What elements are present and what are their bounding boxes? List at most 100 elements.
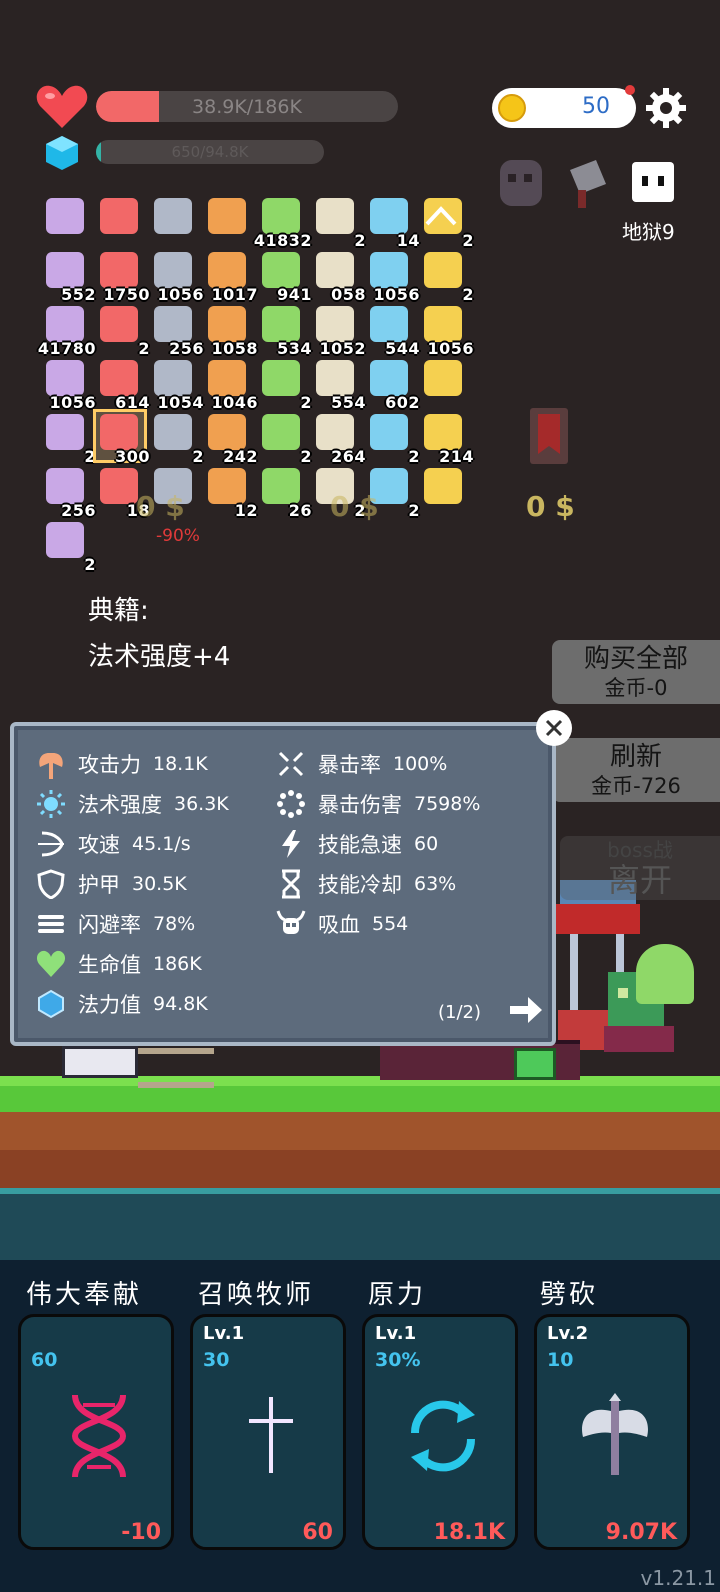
book-effect: 法术强度+4 <box>88 642 231 672</box>
inventory-item[interactable]: 1056 <box>420 304 474 358</box>
inventory-item[interactable]: 058 <box>312 250 366 304</box>
scroll-purple-icon <box>154 198 192 234</box>
shop-price-2: 0 $ <box>330 490 379 523</box>
inventory-item[interactable]: 544 <box>366 304 420 358</box>
item-count: 1017 <box>211 285 258 304</box>
item-count: 614 <box>115 393 150 412</box>
stat-value: 554 <box>372 913 409 935</box>
item-count: 12 <box>234 501 258 520</box>
item-count: 14 <box>396 231 420 250</box>
crystal-icon <box>424 468 462 504</box>
egg-icon <box>46 360 84 396</box>
inventory-item[interactable]: 2 <box>96 304 150 358</box>
stat-spell-power: 法术强度 36.3K <box>34 788 229 820</box>
inventory-item[interactable]: 256 <box>42 466 96 520</box>
refresh-button[interactable]: 刷新 金币-726 <box>552 738 720 802</box>
stat-value: 78% <box>153 913 196 935</box>
item-count: 941 <box>277 285 312 304</box>
skill-card-devotion[interactable]: 60 -10 <box>18 1314 174 1550</box>
inventory-item[interactable]: 256 <box>150 304 204 358</box>
item-count: 256 <box>61 501 96 520</box>
inventory-item[interactable] <box>420 358 468 406</box>
settings-gear-icon[interactable] <box>646 88 686 128</box>
item-count: 1056 <box>49 393 96 412</box>
item-count: 2 <box>84 555 96 574</box>
sundae-icon <box>100 306 138 342</box>
coin-counter[interactable]: 50 <box>492 88 636 128</box>
inventory-item[interactable]: 2 <box>150 412 204 466</box>
item-count: 544 <box>385 339 420 358</box>
item-count: 1046 <box>211 393 258 412</box>
item-count: 26 <box>288 501 312 520</box>
inventory-item[interactable]: 1046 <box>204 358 258 412</box>
inventory-item[interactable]: 26 <box>258 466 311 520</box>
axe-icon <box>577 1391 653 1481</box>
inventory-item[interactable]: 214 <box>420 412 474 466</box>
inventory-item[interactable]: 941 <box>258 250 312 304</box>
next-page-arrow-icon[interactable] <box>508 994 544 1026</box>
hero-sprite <box>62 1046 138 1078</box>
inventory-item[interactable]: 300 <box>93 409 150 466</box>
buy-all-button[interactable]: 购买全部 金币-0 <box>552 640 720 704</box>
sunflower-icon <box>370 306 408 342</box>
pill-icon <box>316 252 354 288</box>
inventory-item[interactable]: 2 <box>42 412 96 466</box>
skill-card-force[interactable]: Lv.1 30% 18.1K <box>362 1314 518 1550</box>
inventory-item[interactable]: 2 <box>312 196 366 250</box>
inventory-item[interactable] <box>204 196 252 244</box>
item-count: 214 <box>439 447 474 466</box>
close-panel-button[interactable] <box>536 710 572 746</box>
crossbow-icon <box>46 252 84 288</box>
inventory-item[interactable]: 2 <box>366 412 420 466</box>
skill-card-cleave[interactable]: Lv.2 10 9.07K <box>534 1314 690 1550</box>
inventory-item[interactable]: 41780 <box>38 304 95 358</box>
inventory-item[interactable] <box>150 196 198 244</box>
inventory-item[interactable]: 2 <box>42 520 96 574</box>
collapse-chevron-up-icon[interactable] <box>424 204 458 228</box>
boss-leave-button[interactable]: boss战 离开 <box>560 836 720 900</box>
inventory-item[interactable]: 1017 <box>204 250 258 304</box>
inventory-item[interactable]: 534 <box>258 304 312 358</box>
stat-value: 94.8K <box>153 993 208 1015</box>
inventory-item[interactable]: 242 <box>204 412 258 466</box>
skill-card-summon-priest[interactable]: Lv.1 30 60 <box>190 1314 346 1550</box>
inventory-item[interactable]: 2 <box>258 358 312 412</box>
inventory-item[interactable]: 264 <box>312 412 366 466</box>
health-text: 38.9K/186K <box>192 95 302 118</box>
item-count: 1056 <box>157 285 204 304</box>
inventory-item[interactable]: 41832 <box>254 196 311 250</box>
skill-level: Lv.2 <box>547 1323 589 1344</box>
inventory-item[interactable]: 14 <box>366 196 419 250</box>
item-count: 2 <box>462 285 474 304</box>
boss-portrait-cleaver-icon[interactable] <box>560 156 614 210</box>
inventory-item[interactable] <box>420 466 468 514</box>
inventory-item[interactable]: 554 <box>312 358 366 412</box>
inventory-item[interactable]: 1054 <box>150 358 204 412</box>
dice-icon <box>424 252 462 288</box>
inventory-item[interactable] <box>42 196 90 244</box>
boss-portrait-ghost-icon[interactable] <box>494 156 548 210</box>
inventory-item[interactable]: 1056 <box>42 358 96 412</box>
shop-bookmark-card-icon[interactable] <box>530 408 568 464</box>
inventory-item[interactable]: 1058 <box>204 304 258 358</box>
inventory-item[interactable]: 1056 <box>366 250 420 304</box>
stat-armor: 护甲 30.5K <box>34 868 187 900</box>
item-count: 058 <box>331 285 366 304</box>
inventory-item[interactable] <box>96 196 144 244</box>
stat-label: 攻速 <box>78 833 120 857</box>
boss-portrait-skull-icon[interactable] <box>626 156 680 210</box>
inventory-item[interactable]: 614 <box>96 358 150 412</box>
item-count: 602 <box>385 393 420 412</box>
inventory-item[interactable]: 2 <box>420 250 474 304</box>
inventory-item[interactable]: 1052 <box>312 304 366 358</box>
inventory-item[interactable]: 552 <box>42 250 96 304</box>
skill-damage: 18.1K <box>433 1520 505 1545</box>
bow-icon <box>34 829 68 859</box>
inventory-item[interactable]: 602 <box>366 358 420 412</box>
inventory-item[interactable]: 2 <box>258 412 312 466</box>
inventory-item[interactable]: 1056 <box>150 250 204 304</box>
inventory-item[interactable]: 1750 <box>96 250 150 304</box>
inventory-item[interactable]: 12 <box>204 466 257 520</box>
capsule-icon <box>208 360 246 396</box>
mana-crystal-icon <box>34 989 68 1019</box>
